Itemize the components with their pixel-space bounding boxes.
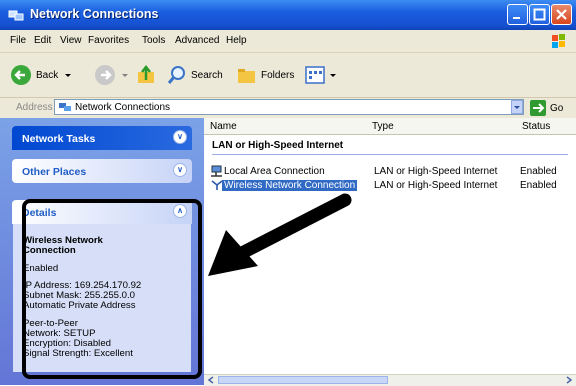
scroll-right-icon[interactable] — [564, 375, 574, 385]
chevron-down-icon[interactable]: ∨ — [173, 163, 187, 177]
address-label: Address — [16, 102, 53, 113]
views-icon — [305, 66, 325, 84]
maximize-icon — [533, 8, 546, 21]
back-button[interactable]: Back — [10, 53, 73, 97]
title-bar: Network Connections — [0, 0, 576, 30]
menu-edit[interactable]: Edit — [34, 35, 51, 46]
dropdown-arrow-icon — [65, 74, 72, 77]
menu-favorites[interactable]: Favorites — [88, 35, 129, 46]
group-header: LAN or High-Speed Internet — [212, 140, 344, 151]
menu-tools[interactable]: Tools — [142, 35, 165, 46]
address-bar: Address Network Connections Go — [0, 98, 576, 119]
menu-help[interactable]: Help — [226, 35, 247, 46]
scroll-thumb[interactable] — [218, 376, 388, 384]
windows-logo-icon — [552, 34, 565, 48]
menu-advanced[interactable]: Advanced — [175, 35, 219, 46]
views-button[interactable] — [304, 53, 338, 97]
up-folder-button[interactable] — [136, 53, 158, 97]
horizontal-scrollbar[interactable] — [204, 374, 576, 386]
chevron-down-icon — [514, 106, 520, 109]
dropdown-arrow-icon — [122, 74, 128, 77]
network-tasks-label: Network Tasks — [22, 133, 96, 145]
connection-status: Enabled — [520, 180, 557, 191]
lan-connection-icon — [211, 165, 222, 177]
connection-name: Local Area Connection — [224, 166, 325, 177]
other-places-label: Other Places — [22, 166, 87, 178]
back-arrow-icon — [11, 65, 31, 85]
close-icon — [556, 9, 567, 20]
minimize-button[interactable] — [507, 4, 528, 25]
group-divider — [212, 154, 568, 155]
address-dropdown-button[interactable] — [511, 100, 523, 114]
go-button[interactable]: Go — [530, 100, 563, 116]
chevron-down-icon[interactable]: ∨ — [173, 130, 187, 144]
folders-button[interactable]: Folders — [236, 53, 294, 97]
details-highlight-box — [22, 199, 202, 379]
column-headers: Name Type Status — [204, 118, 576, 135]
dropdown-arrow-icon — [330, 74, 336, 77]
folders-icon — [238, 69, 255, 83]
go-label: Go — [550, 102, 564, 114]
connection-type: LAN or High-Speed Internet — [374, 180, 498, 191]
search-label: Search — [191, 69, 223, 81]
column-name[interactable]: Name — [210, 121, 237, 132]
pointer-arrow-icon — [208, 193, 352, 276]
scroll-left-icon[interactable] — [206, 375, 216, 385]
menu-bar: File Edit View Favorites Tools Advanced … — [0, 30, 576, 53]
folders-label: Folders — [261, 69, 295, 81]
close-button[interactable] — [551, 4, 572, 25]
search-button[interactable]: Search — [166, 53, 223, 97]
connection-status: Enabled — [520, 166, 557, 177]
minimize-icon — [513, 17, 520, 19]
window-title: Network Connections — [30, 7, 159, 21]
up-folder-icon — [138, 64, 154, 83]
address-value: Network Connections — [75, 102, 171, 113]
menu-file[interactable]: File — [10, 35, 26, 46]
back-label: Back — [36, 69, 59, 81]
network-connections-icon — [59, 103, 71, 111]
address-input[interactable]: Network Connections — [54, 99, 524, 115]
forward-button[interactable] — [94, 53, 130, 97]
maximize-button[interactable] — [529, 4, 550, 25]
search-icon — [167, 66, 185, 84]
network-tasks-header[interactable]: Network Tasks ∨ — [12, 126, 192, 150]
column-status[interactable]: Status — [522, 121, 550, 132]
network-connections-icon — [8, 10, 24, 21]
other-places-header[interactable]: Other Places ∨ — [12, 159, 192, 183]
forward-arrow-icon — [95, 65, 115, 85]
column-type[interactable]: Type — [372, 121, 394, 132]
connection-type: LAN or High-Speed Internet — [374, 166, 498, 177]
go-arrow-icon — [530, 100, 546, 116]
menu-view[interactable]: View — [60, 35, 82, 46]
toolbar: Back Search Folders — [0, 53, 576, 98]
